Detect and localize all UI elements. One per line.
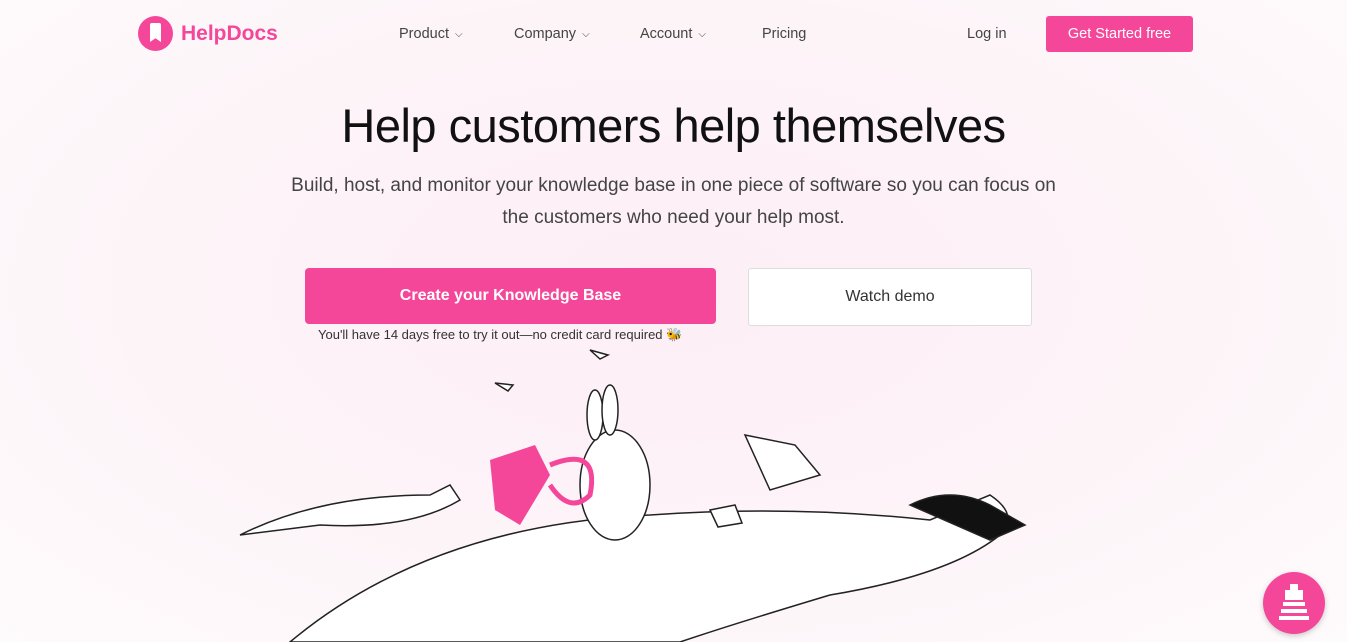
- nav-product[interactable]: Product ⌵: [399, 26, 463, 42]
- nav-label: Product: [399, 26, 449, 42]
- bee-icon: 🐝: [666, 327, 683, 342]
- small-goose: [239, 484, 462, 536]
- logo[interactable]: HelpDocs: [138, 16, 278, 51]
- create-knowledge-base-button[interactable]: Create your Knowledge Base: [305, 268, 716, 324]
- nav-label: Pricing: [762, 26, 807, 42]
- nav-label: Company: [514, 26, 577, 42]
- get-started-button[interactable]: Get Started free: [1046, 16, 1193, 52]
- pink-scarf: [490, 445, 550, 525]
- trial-note: You'll have 14 days free to try it out—n…: [318, 327, 682, 343]
- trial-note-text: You'll have 14 days free to try it out—n…: [318, 327, 663, 342]
- login-link[interactable]: Log in: [967, 26, 1007, 42]
- top-nav: HelpDocs Product ⌵ Company ⌵ Account ⌵ Pric…: [0, 0, 1347, 68]
- chevron-down-icon: ⌵: [582, 28, 590, 40]
- watch-demo-button[interactable]: Watch demo: [748, 268, 1032, 326]
- hero-subtitle: Build, host, and monitor your knowledge …: [291, 175, 1056, 228]
- nav-label: Account: [640, 26, 693, 42]
- chat-widget-button[interactable]: [1263, 572, 1325, 634]
- logo-text: HelpDocs: [181, 21, 278, 45]
- paper: [743, 433, 822, 491]
- chevron-down-icon: ⌵: [698, 28, 706, 40]
- hero-title: Help customers help themselves: [341, 99, 1006, 152]
- nav-pricing[interactable]: Pricing: [762, 26, 806, 42]
- lighthouse-icon: [1279, 584, 1309, 620]
- hero-illustration: [239, 349, 1027, 642]
- chevron-down-icon: ⌵: [454, 28, 463, 40]
- nav-company[interactable]: Company ⌵: [514, 26, 590, 42]
- nav-account[interactable]: Account ⌵: [640, 26, 706, 42]
- logo-icon: [138, 16, 173, 51]
